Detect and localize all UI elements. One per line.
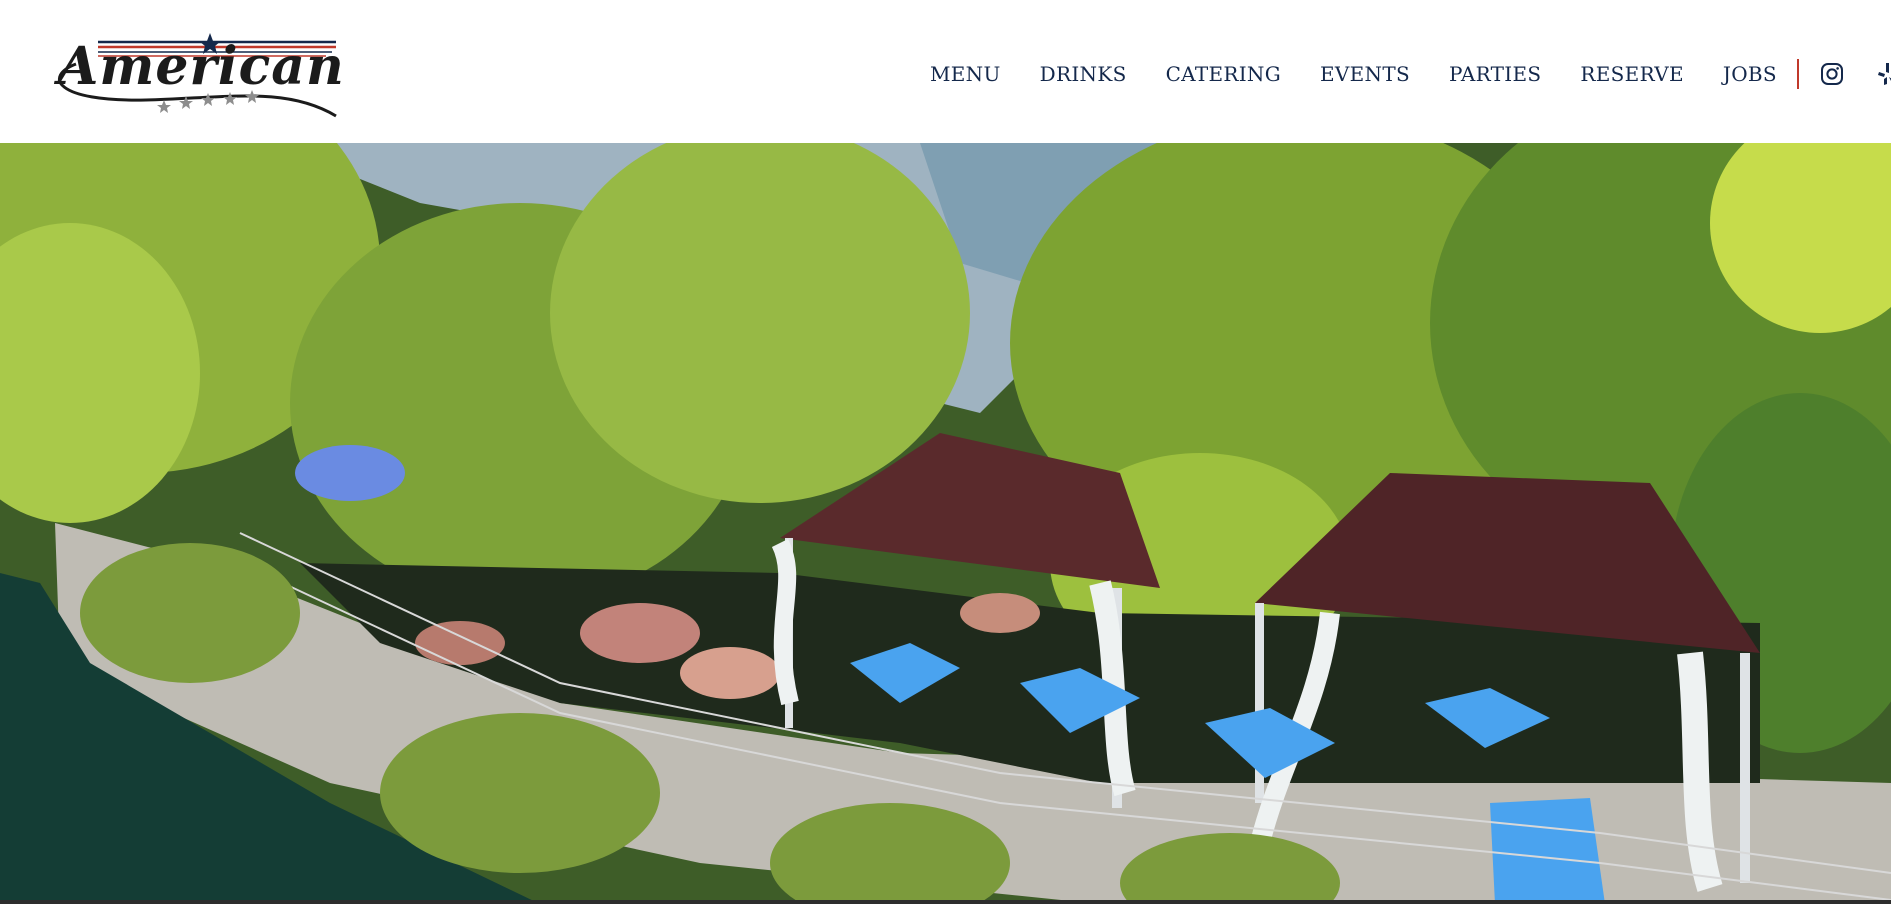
hero-video [0, 143, 1891, 904]
instagram-link[interactable] [1819, 61, 1845, 87]
instagram-icon [1820, 63, 1843, 85]
site-header: Americana MENU DRINKS CATERING EVENTS PA… [0, 0, 1891, 143]
patio-umbrella [295, 445, 405, 501]
nav-divider [1796, 59, 1799, 89]
nav-item-jobs[interactable]: JOBS [1723, 62, 1777, 86]
main-nav: MENU DRINKS CATERING EVENTS PARTIES RESE… [930, 58, 1891, 90]
logo-wordmark: Americana [53, 36, 342, 97]
hero-aerial-scene [0, 143, 1891, 904]
yelp-link[interactable] [1875, 61, 1891, 87]
nav-item-events[interactable]: EVENTS [1320, 62, 1410, 86]
nav-item-drinks[interactable]: DRINKS [1040, 62, 1127, 86]
nav-item-reserve[interactable]: RESERVE [1580, 62, 1683, 86]
americana-logo[interactable]: Americana [36, 16, 342, 122]
nav-item-menu[interactable]: MENU [930, 62, 1001, 86]
nav-item-parties[interactable]: PARTIES [1449, 62, 1541, 86]
yelp-icon [1877, 63, 1891, 85]
nav-item-catering[interactable]: CATERING [1166, 62, 1281, 86]
